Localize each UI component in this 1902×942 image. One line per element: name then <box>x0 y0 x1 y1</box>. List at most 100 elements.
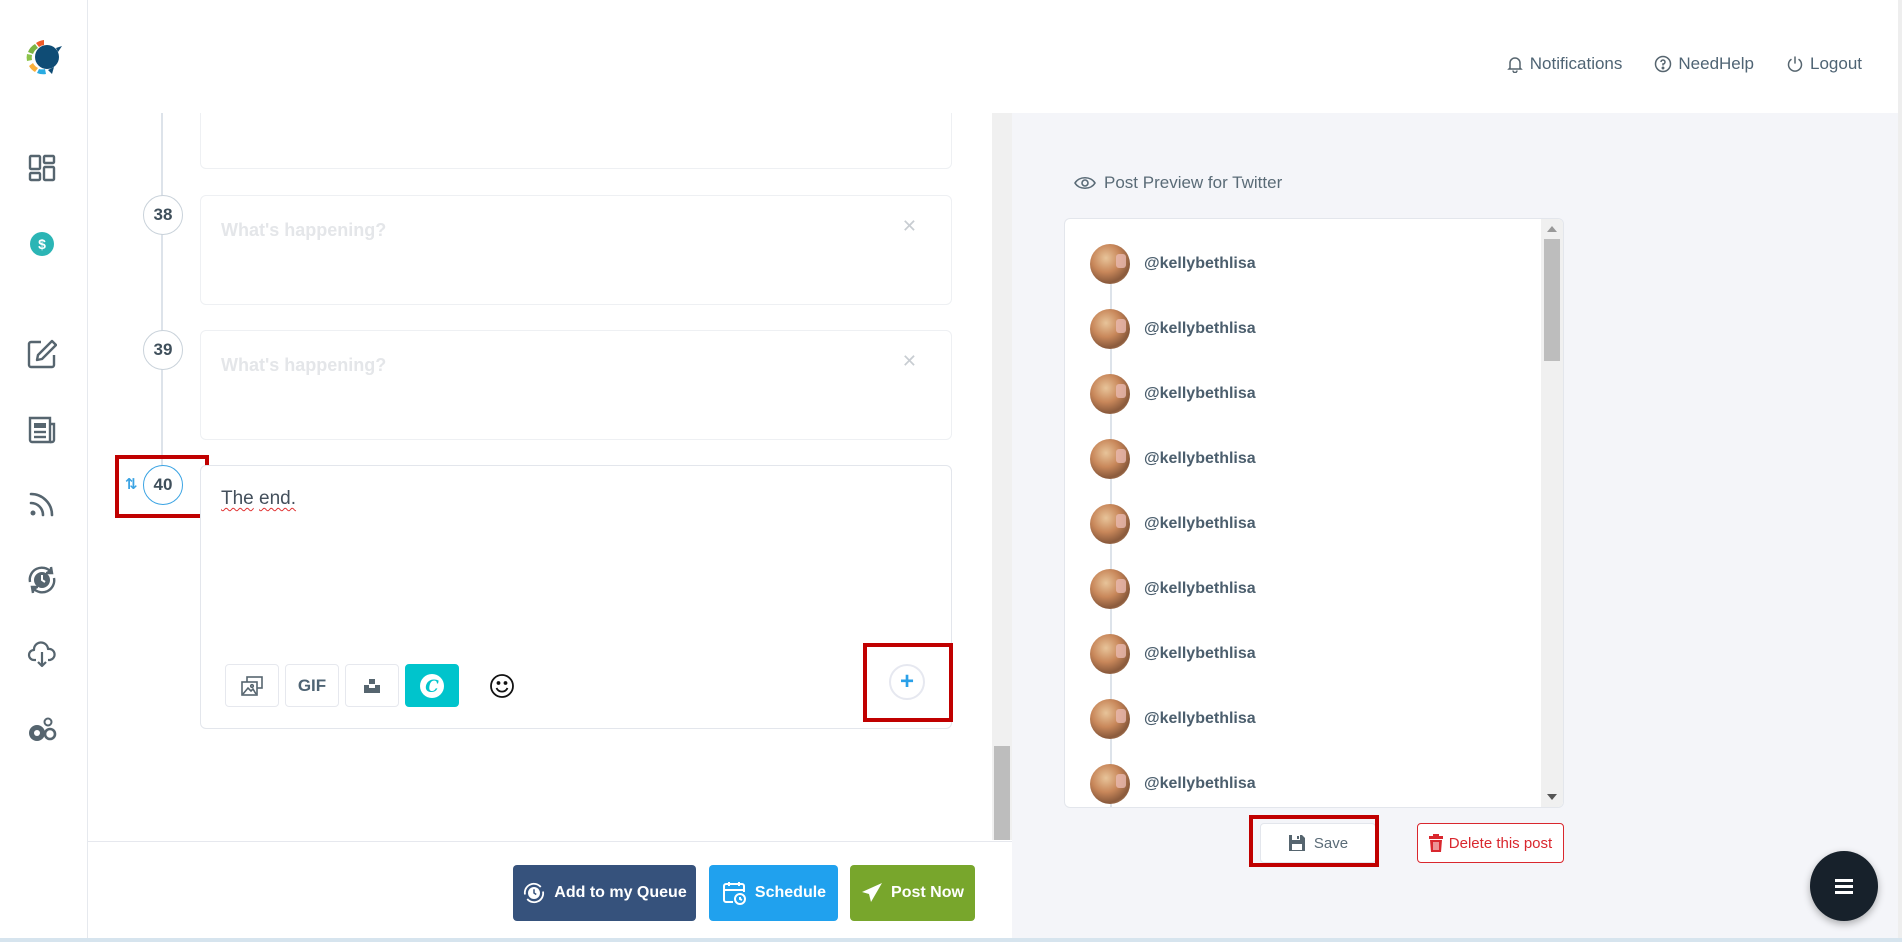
avatar <box>1090 309 1130 349</box>
post-now-label: Post Now <box>891 884 964 901</box>
avatar <box>1090 569 1130 609</box>
delete-post-label: Delete this post <box>1448 834 1553 852</box>
canva-button[interactable]: C <box>405 664 459 707</box>
floppy-disk-icon <box>1288 835 1305 851</box>
tweet-preview-list[interactable]: @kellybethlisa @kellybethlisa @kellybeth… <box>1064 218 1564 808</box>
delete-post-button[interactable]: Delete this post <box>1417 823 1564 863</box>
bell-icon <box>1506 57 1523 73</box>
help-circle-icon <box>1655 55 1672 73</box>
tweet-handle: @kellybethlisa <box>1144 320 1256 337</box>
trash-icon <box>1428 834 1443 852</box>
composer-scrollbar[interactable] <box>992 113 1012 840</box>
preview-scrollbar-thumb[interactable] <box>1544 239 1560 361</box>
browser-bottom-strip <box>0 938 1902 942</box>
sidebar-item-compose[interactable] <box>26 338 58 370</box>
cloud-download-icon <box>27 641 56 668</box>
edit-icon <box>27 339 57 369</box>
post-input-placeholder: What's happening? <box>221 355 387 375</box>
notifications-label: Notifications <box>1529 54 1623 73</box>
app-logo[interactable] <box>22 36 64 78</box>
dollar-badge-icon: $ <box>30 232 54 256</box>
sidebar-item-posts[interactable] <box>26 414 58 446</box>
need-help-label: NeedHelp <box>1678 54 1754 73</box>
logout-label: Logout <box>1810 54 1862 73</box>
hamburger-menu-icon <box>1835 879 1853 894</box>
sidebar-item-settings[interactable] <box>26 714 58 746</box>
unsplash-button[interactable] <box>345 664 399 707</box>
tweet-preview-item: @kellybethlisa <box>1090 374 1256 414</box>
post-text-word: end. <box>259 488 297 509</box>
logout-link[interactable]: Logout <box>1786 54 1862 74</box>
sidebar-item-billing[interactable]: $ <box>26 228 58 260</box>
recycle-clock-icon <box>28 566 56 594</box>
avatar <box>1090 244 1130 284</box>
tweet-handle: @kellybethlisa <box>1144 450 1256 467</box>
avatar <box>1090 439 1130 479</box>
gears-icon <box>29 717 57 741</box>
avatar <box>1090 634 1130 674</box>
need-help-link[interactable]: NeedHelp <box>1654 54 1754 74</box>
smiley-icon <box>490 673 514 698</box>
avatar <box>1090 504 1130 544</box>
page-scrollbar[interactable] <box>1898 0 1902 942</box>
add-gif-button[interactable]: GIF <box>285 664 339 707</box>
tweet-preview-item: @kellybethlisa <box>1090 764 1256 804</box>
reorder-arrows-icon[interactable]: ⇅ <box>125 475 138 493</box>
svg-text:C: C <box>425 677 439 697</box>
add-image-button[interactable] <box>225 664 279 707</box>
tweet-preview-item: @kellybethlisa <box>1090 244 1256 284</box>
preview-panel: Post Preview for Twitter @kellybethlisa … <box>1012 113 1898 938</box>
avatar <box>1090 374 1130 414</box>
post-text-word: The <box>221 488 254 509</box>
tweet-handle: @kellybethlisa <box>1144 515 1256 532</box>
action-bar: Add to my Queue Schedule Post Now <box>88 841 1012 938</box>
sidebar-item-rss[interactable] <box>26 488 58 520</box>
post-card-38[interactable]: What's happening? ✕ <box>200 195 952 305</box>
paper-plane-icon <box>862 883 883 902</box>
newspaper-icon <box>28 416 56 444</box>
emoji-button[interactable] <box>487 671 517 701</box>
avatar <box>1090 699 1130 739</box>
dashboard-grid-icon <box>28 154 56 182</box>
rss-icon <box>29 492 54 517</box>
top-header: Notifications NeedHelp Logout <box>88 0 1902 113</box>
sidebar-item-import[interactable] <box>26 638 58 670</box>
tweet-preview-item: @kellybethlisa <box>1090 634 1256 674</box>
remove-post-close-icon[interactable]: ✕ <box>902 216 917 237</box>
post-number-badge: 38 <box>143 195 183 235</box>
post-number-badge: 40 <box>143 465 183 505</box>
post-card-39[interactable]: What's happening? ✕ <box>200 330 952 440</box>
post-card-40[interactable]: The end. GIF C + <box>200 465 952 729</box>
save-label: Save <box>1313 834 1349 852</box>
schedule-button[interactable]: Schedule <box>709 865 838 921</box>
tweet-preview-item: @kellybethlisa <box>1090 699 1256 739</box>
recycle-clock-icon <box>524 882 545 904</box>
unsplash-icon <box>364 678 380 693</box>
thread-timeline <box>161 113 163 483</box>
sidebar-item-dashboard[interactable] <box>26 152 58 184</box>
post-text-input[interactable]: The end. <box>221 488 296 510</box>
svg-text:$: $ <box>38 236 46 252</box>
save-button[interactable]: Save <box>1260 823 1376 863</box>
scroll-down-arrow-icon[interactable] <box>1547 794 1557 800</box>
calendar-clock-icon <box>722 882 746 905</box>
sidebar-item-queue[interactable] <box>26 564 58 596</box>
floating-menu-button[interactable] <box>1810 851 1878 921</box>
sidebar: $ <box>0 0 88 942</box>
avatar <box>1090 764 1130 804</box>
post-card-37[interactable] <box>200 113 952 169</box>
tweet-preview-item: @kellybethlisa <box>1090 569 1256 609</box>
preview-title: Post Preview for Twitter <box>1074 173 1282 193</box>
scroll-up-arrow-icon[interactable] <box>1547 226 1557 232</box>
schedule-label: Schedule <box>754 884 827 901</box>
notifications-link[interactable]: Notifications <box>1506 54 1623 74</box>
add-to-queue-button[interactable]: Add to my Queue <box>513 865 696 921</box>
add-thread-post-button[interactable]: + <box>889 664 925 700</box>
tweet-handle: @kellybethlisa <box>1144 710 1256 727</box>
composer-scrollbar-thumb[interactable] <box>994 746 1010 840</box>
post-now-button[interactable]: Post Now <box>850 865 975 921</box>
add-to-queue-label: Add to my Queue <box>554 884 687 901</box>
tweet-preview-item: @kellybethlisa <box>1090 439 1256 479</box>
remove-post-close-icon[interactable]: ✕ <box>902 351 917 372</box>
preview-scrollbar[interactable] <box>1541 219 1563 807</box>
